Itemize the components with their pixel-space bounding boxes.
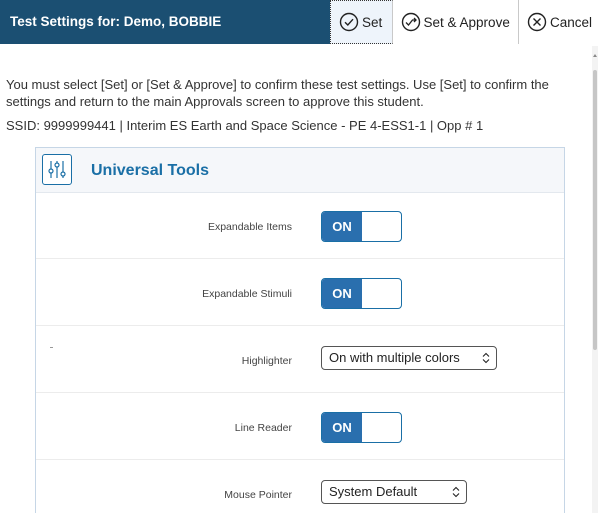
setting-row-line-reader: Line Reader ON — [36, 394, 564, 460]
setting-label: Highlighter — [241, 355, 292, 367]
mouse-pointer-select[interactable]: System Default — [321, 480, 467, 504]
select-value: System Default — [329, 484, 418, 499]
expandable-items-toggle[interactable]: ON — [321, 211, 402, 242]
select-arrows-icon — [452, 486, 460, 498]
setting-row-expandable-stimuli: Expandable Stimuli ON — [36, 260, 564, 326]
setting-row-mouse-pointer: Mouse Pointer System Default — [36, 461, 564, 513]
panel-title: Universal Tools — [91, 162, 209, 179]
confirmation-notice: You must select [Set] or [Set & Approve]… — [6, 77, 549, 109]
set-button-label: Set — [362, 14, 383, 30]
set-button[interactable]: Set — [330, 0, 393, 44]
setting-label: Mouse Pointer — [224, 489, 292, 501]
setting-row-expandable-items: Expandable Items ON — [36, 193, 564, 259]
setting-label: Expandable Stimuli — [202, 288, 292, 300]
expandable-stimuli-toggle[interactable]: ON — [321, 278, 402, 309]
cancel-button-label: Cancel — [549, 14, 592, 30]
scroll-up-arrow-icon[interactable] — [593, 54, 597, 57]
header-title-bar: Test Settings for: Demo, BOBBIE — [0, 0, 330, 44]
header-actions: Set Set & Approve Cancel — [330, 0, 598, 44]
set-approve-button[interactable]: Set & Approve — [392, 0, 519, 44]
check-arrow-circle-icon — [401, 12, 420, 32]
panel-header: Universal Tools — [36, 148, 564, 193]
toggle-on-label: ON — [322, 413, 362, 442]
setting-label: Expandable Items — [207, 221, 292, 233]
sliders-icon — [42, 154, 72, 185]
highlighter-select[interactable]: On with multiple colors — [321, 346, 497, 370]
check-circle-icon — [339, 12, 359, 32]
scrollbar-thumb[interactable] — [593, 70, 597, 350]
line-reader-toggle[interactable]: ON — [321, 412, 402, 443]
student-test-info: SSID: 9999999441 | Interim ES Earth and … — [6, 118, 484, 133]
universal-tools-panel: Universal Tools Expandable Items ON Expa… — [35, 147, 565, 513]
setting-label: Line Reader — [234, 422, 292, 434]
set-approve-button-label: Set & Approve — [423, 14, 510, 30]
cancel-button[interactable]: Cancel — [518, 0, 598, 44]
divider-mark — [50, 347, 53, 348]
header-title: Test Settings for: Demo, BOBBIE — [10, 14, 222, 29]
close-circle-icon — [527, 12, 547, 32]
toggle-on-label: ON — [322, 212, 362, 241]
select-value: On with multiple colors — [329, 350, 460, 365]
settings-header: Test Settings for: Demo, BOBBIE Set Set … — [0, 0, 598, 44]
setting-row-highlighter: Highlighter On with multiple colors — [36, 327, 564, 393]
toggle-on-label: ON — [322, 279, 362, 308]
select-arrows-icon — [482, 352, 490, 364]
